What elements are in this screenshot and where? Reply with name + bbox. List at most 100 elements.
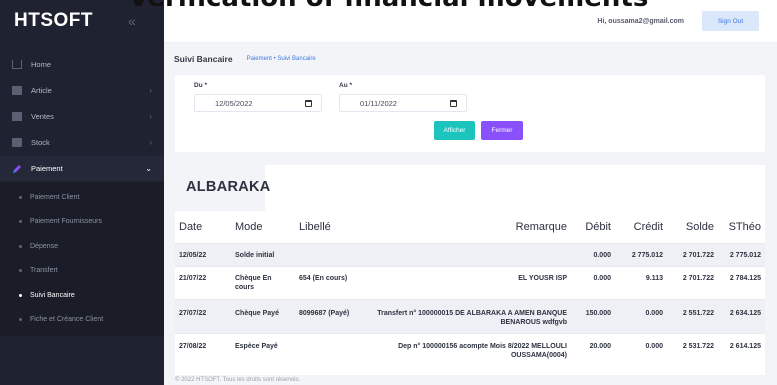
cell-debit: 0.000: [571, 265, 615, 299]
cell-remarque: Dep n° 100000156 acompte Mois 8/2022 MEL…: [369, 332, 571, 364]
cell-mode: Chèque Payé: [231, 298, 295, 333]
sidebar-item-label: Article: [31, 86, 52, 95]
sidebar-subitem-transfert[interactable]: Transfert: [0, 259, 164, 284]
chevron-down-icon: ⌄: [145, 164, 152, 173]
breadcrumb[interactable]: Paiement • Suivi Bancaire: [247, 56, 316, 62]
cell-solde: 2 551.722: [667, 298, 718, 333]
table-row: 27/07/22 Chèque Payé 8099687 (Payé) Tran…: [175, 298, 765, 333]
sidebar-subitem-label: Paiement Client: [30, 193, 80, 201]
folder-icon: [12, 138, 22, 147]
sidebar-item-ventes[interactable]: Ventes ›: [0, 104, 164, 129]
table-row: 27/08/22 Espèce Payé Dep n° 100000156 ac…: [175, 332, 765, 364]
cell-mode: Espèce Payé: [231, 332, 295, 364]
chevron-right-icon: ›: [149, 138, 152, 147]
sidebar: HTSOFT « Home Article › Ventes › Stock ›: [0, 0, 164, 385]
sidebar-subitem-paiement-fournisseurs[interactable]: Paiement Fournisseurs: [0, 210, 164, 235]
bookmark-icon: [12, 86, 22, 95]
column-header-credit: Crédit: [633, 220, 663, 233]
fermer-button[interactable]: Fermer: [481, 121, 523, 140]
cell-credit: 2 775.012: [615, 242, 667, 266]
sidebar-item-paiement[interactable]: Paiement ⌄: [0, 156, 164, 181]
au-date-input[interactable]: 01/11/2022: [339, 94, 467, 112]
brand-logo: HTSOFT: [14, 10, 93, 31]
sidebar-item-home[interactable]: Home: [0, 52, 164, 77]
brand: HTSOFT «: [0, 0, 164, 42]
cell-solde: 2 531.722: [667, 332, 718, 364]
column-header-debit: Débit: [585, 220, 611, 233]
double-chevron-left-icon[interactable]: «: [128, 13, 136, 29]
bank-tab[interactable]: ALBARAKA: [175, 165, 270, 211]
du-date-input[interactable]: 12/05/2022: [194, 94, 322, 112]
column-header-libelle: Libellé: [299, 220, 331, 233]
column-header-mode: Mode: [235, 220, 263, 233]
subheader: Suivi Bancaire Paiement • Suivi Bancaire: [164, 43, 777, 75]
app-window: Verification of financial movements HTSO…: [0, 0, 777, 385]
cell-date: 27/08/22: [175, 332, 231, 364]
cell-stheo: 2 614.125: [718, 332, 765, 364]
du-label: Du *: [194, 82, 207, 89]
user-greeting: Hi, oussama2@gmail.com: [597, 17, 684, 25]
afficher-button[interactable]: Afficher: [434, 121, 475, 140]
calendar-icon[interactable]: [450, 100, 457, 107]
sidebar-subitem-label: Transfert: [30, 267, 58, 275]
cell-solde: 2 701.722: [667, 242, 718, 266]
page-title: Suivi Bancaire: [174, 54, 233, 64]
home-icon: [12, 60, 22, 69]
cell-libelle: [295, 332, 369, 364]
date-filter-card: Du * 12/05/2022 Au * 01/11/2022 Afficher…: [175, 75, 765, 152]
table-row: 12/05/22 Solde initial 0.000 2 775.012 2…: [175, 242, 765, 266]
cell-date: 21/07/22: [175, 265, 231, 299]
movements-table: Date Mode Libellé Remarque Débit Crédit …: [175, 211, 765, 364]
sidebar-subitem-label: Paiement Fournisseurs: [30, 218, 102, 226]
sidebar-item-label: Stock: [31, 138, 50, 147]
cell-libelle: 654 (En cours): [295, 265, 369, 299]
cell-libelle: 8099687 (Payé): [295, 298, 369, 333]
cell-debit: 150.000: [571, 298, 615, 333]
au-date-value: 01/11/2022: [360, 98, 397, 108]
sidebar-item-label: Paiement: [31, 164, 63, 173]
cell-credit: 0.000: [615, 298, 667, 333]
sidebar-nav: Home Article › Ventes › Stock › Paiement…: [0, 52, 164, 336]
footer-copyright: © 2022 HTSOFT. Tous les droits sont rése…: [175, 377, 301, 383]
cell-mode: Solde initial: [231, 242, 295, 266]
sidebar-subitem-depense[interactable]: Dépense: [0, 234, 164, 259]
bullet-icon: [19, 269, 22, 273]
cell-remarque: EL YOUSR ISP: [369, 265, 571, 299]
cell-libelle: [295, 242, 369, 266]
du-date-value: 12/05/2022: [215, 98, 253, 108]
sidebar-subitem-suivi-bancaire[interactable]: Suivi Bancaire: [0, 283, 164, 308]
cell-stheo: 2 784.125: [718, 265, 765, 299]
chevron-right-icon: ›: [149, 86, 152, 95]
sidebar-item-article[interactable]: Article ›: [0, 78, 164, 103]
column-header-solde: Solde: [685, 220, 714, 233]
bullet-icon: [19, 244, 22, 248]
cell-remarque: [369, 242, 571, 266]
bullet-icon: [19, 220, 22, 224]
column-header-remarque: Remarque: [515, 220, 567, 233]
cell-debit: 0.000: [571, 242, 615, 266]
sidebar-subitem-label: Suivi Bancaire: [30, 291, 75, 299]
calendar-icon[interactable]: [305, 100, 312, 107]
cell-solde: 2 701.722: [667, 265, 718, 299]
sidebar-subitem-label: Dépense: [30, 242, 59, 250]
table-header-row: Date Mode Libellé Remarque Débit Crédit …: [175, 211, 765, 243]
cell-stheo: 2 634.125: [718, 298, 765, 333]
chevron-right-icon: ›: [149, 112, 152, 121]
cell-credit: 0.000: [615, 332, 667, 364]
bullet-icon: [19, 195, 22, 199]
paiement-submenu: Paiement Client Paiement Fournisseurs Dé…: [0, 182, 164, 336]
column-header-date: Date: [179, 220, 203, 233]
cell-date: 12/05/22: [175, 242, 231, 266]
sign-out-button[interactable]: Sign Out: [702, 11, 759, 31]
cart-icon: [12, 112, 22, 121]
sidebar-item-stock[interactable]: Stock ›: [0, 130, 164, 155]
cell-debit: 20.000: [571, 332, 615, 364]
cell-mode: Chèque En cours: [231, 265, 295, 299]
cell-remarque: Transfert n° 100000015 DE ALBARAKA A AME…: [369, 298, 571, 333]
sidebar-subitem-paiement-client[interactable]: Paiement Client: [0, 185, 164, 210]
sidebar-subitem-fiche-creance[interactable]: Fiche et Créance Client: [0, 308, 164, 333]
bank-name: ALBARAKA: [186, 179, 271, 195]
cell-credit: 9.113: [615, 265, 667, 299]
sidebar-item-label: Ventes: [31, 112, 54, 121]
sidebar-subitem-label: Fiche et Créance Client: [30, 316, 104, 324]
